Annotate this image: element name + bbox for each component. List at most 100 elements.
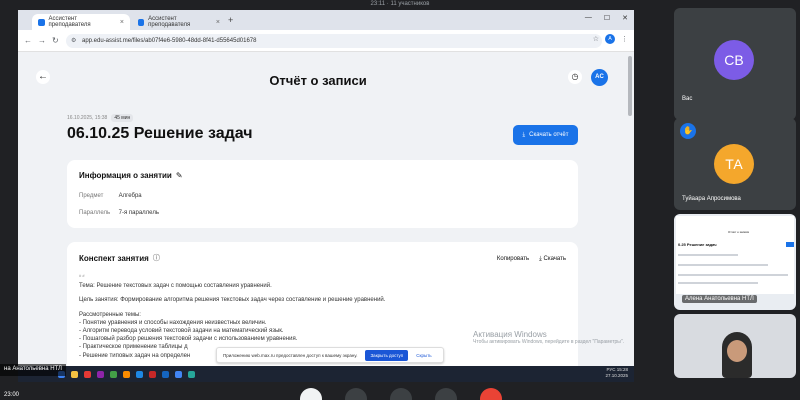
- list-item: - Понятие уравнения и способы нахождения…: [79, 319, 267, 326]
- chat-button[interactable]: [435, 388, 457, 400]
- info-value: 7-я параллель: [118, 210, 159, 216]
- browser-tab-1[interactable]: Ассистент преподавателя ×: [32, 14, 130, 30]
- thumbnail-title: 0.25 Решение задач: [678, 242, 717, 247]
- new-tab-icon[interactable]: +: [228, 15, 233, 25]
- camera-button[interactable]: [345, 388, 367, 400]
- participant-name: Вас: [682, 96, 693, 102]
- info-card-heading: Информация о занятии ✎: [79, 171, 183, 180]
- summary-heading-text: Конспект занятия: [79, 253, 149, 263]
- participant-face: [727, 340, 747, 362]
- summary-discussed-heading: Рассмотренные темы:: [79, 311, 141, 318]
- address-bar[interactable]: ⚙ app.edu-assist.me/files/ab07f4e6-5980-…: [66, 34, 602, 48]
- app-icon[interactable]: [136, 370, 143, 378]
- participant-tile-camera[interactable]: [674, 314, 796, 378]
- app-icon[interactable]: [97, 370, 104, 378]
- hide-toast-button[interactable]: Скрыть: [416, 353, 431, 358]
- maximize-icon[interactable]: ☐: [604, 14, 610, 22]
- download-summary-label: Скачать: [543, 256, 567, 262]
- screen-share-button[interactable]: [390, 388, 412, 400]
- back-nav-icon[interactable]: ←: [24, 36, 32, 45]
- meeting-window: 23:11 · 11 участников Ассистент преподав…: [0, 0, 800, 400]
- user-avatar[interactable]: AC: [591, 69, 608, 86]
- taskbar-clock[interactable]: РУС 15:28 27.10.2025: [605, 367, 628, 379]
- participant-tile-screen[interactable]: Отчёт о записи 0.25 Решение задач Алена …: [674, 214, 796, 310]
- leave-call-button[interactable]: [480, 388, 502, 400]
- menu-icon[interactable]: ⋮: [621, 35, 628, 43]
- participant-tile-1[interactable]: СВ Вас: [674, 8, 796, 120]
- thumbnail-line: [678, 264, 768, 266]
- info-card: Информация о занятии ✎ Предмет Алгебра П…: [67, 160, 578, 228]
- meeting-clock: 23:00: [4, 392, 20, 398]
- thumbnail-line: [678, 274, 788, 276]
- yandex-icon[interactable]: [84, 370, 91, 378]
- window-controls: — ☐ ✕: [585, 14, 628, 22]
- browser-tab-2[interactable]: Ассистент преподавателя ×: [132, 14, 226, 30]
- participant-name: Алена Анатольевна НТЛ: [682, 295, 757, 303]
- info-icon[interactable]: ⓘ: [153, 253, 160, 263]
- clock-time: 15:28: [616, 367, 628, 372]
- forward-nav-icon[interactable]: →: [38, 36, 46, 45]
- summary-card-heading: Конспект занятия ⓘ: [79, 253, 160, 263]
- explorer-icon[interactable]: [71, 370, 78, 378]
- meeting-controls: [0, 386, 800, 400]
- chrome-icon[interactable]: [175, 370, 182, 378]
- scrollbar[interactable]: [628, 56, 632, 116]
- toolbar-right: ☆ A ⋮: [593, 34, 628, 44]
- download-report-label: Скачать отчёт: [529, 132, 569, 138]
- info-value: Алгебра: [118, 193, 142, 199]
- record-date: 16.10.2025, 15:38: [67, 115, 108, 121]
- bookmark-icon[interactable]: ☆: [593, 35, 599, 43]
- profile-avatar[interactable]: A: [605, 34, 615, 44]
- download-report-button[interactable]: ⤓ Скачать отчёт: [513, 125, 578, 145]
- app-icon[interactable]: [123, 370, 130, 378]
- raised-hand-icon: ✋: [680, 123, 696, 139]
- record-meta: 16.10.2025, 15:38 45 мин: [67, 114, 134, 122]
- windows-taskbar: РУС 15:28 27.10.2025: [18, 366, 634, 382]
- watermark-title: Активация Windows: [473, 330, 547, 339]
- app-icon[interactable]: [110, 370, 117, 378]
- reload-icon[interactable]: ↻: [52, 36, 59, 45]
- stop-sharing-button[interactable]: Закрыть доступ: [365, 349, 409, 361]
- info-label: Предмет: [79, 193, 104, 199]
- mic-button[interactable]: [300, 388, 322, 400]
- page-title: Отчёт о записи: [269, 73, 367, 88]
- participant-tile-2[interactable]: ✋ ТА Туйаара Апросимова: [674, 118, 796, 210]
- info-label: Параллель: [79, 210, 111, 216]
- tab-label: Ассистент преподавателя: [148, 16, 191, 28]
- summary-marker: # #: [79, 273, 85, 278]
- word-icon[interactable]: [162, 370, 169, 378]
- site-info-icon[interactable]: ⚙: [71, 34, 76, 48]
- info-row-parallel: Параллель 7-я параллель: [79, 210, 159, 216]
- close-tab-icon[interactable]: ×: [120, 19, 124, 26]
- lang-indicator[interactable]: РУС: [606, 367, 615, 372]
- thumbnail-line: [678, 254, 738, 256]
- record-title: 06.10.25 Решение задач: [67, 125, 253, 142]
- help-icon[interactable]: ◷: [568, 70, 582, 84]
- participant-name: Туйаара Апросимова: [682, 196, 741, 202]
- close-window-icon[interactable]: ✕: [622, 14, 628, 22]
- minimize-icon[interactable]: —: [585, 14, 592, 22]
- copy-button[interactable]: Копировать: [497, 256, 529, 263]
- tab-label: Ассистент преподавателя: [48, 16, 91, 28]
- edit-icon[interactable]: ✎: [176, 171, 183, 180]
- download-icon: ⤓: [522, 131, 526, 138]
- app-icon[interactable]: [188, 370, 195, 378]
- browser-tabbar: Ассистент преподавателя × Ассистент преп…: [18, 10, 634, 30]
- close-tab-icon[interactable]: ×: [216, 19, 220, 26]
- screen-share-toast: Приложению web.max.ru предоставлен досту…: [216, 347, 444, 363]
- info-row-subject: Предмет Алгебра: [79, 193, 142, 199]
- pdf-icon[interactable]: [149, 370, 156, 378]
- avatar: ТА: [714, 144, 754, 184]
- download-summary-button[interactable]: ⤓ Скачать: [539, 256, 566, 263]
- duration-badge: 45 мин: [111, 114, 134, 122]
- presenter-label: на Анатольевна НТЛ: [0, 364, 66, 376]
- clock-date: 27.10.2025: [605, 373, 628, 378]
- thumbnail-button: [786, 242, 794, 247]
- summary-goal: Цель занятия: Формирование алгоритма реш…: [79, 297, 386, 304]
- browser-toolbar: ← → ↻ ⚙ app.edu-assist.me/files/ab07f4e6…: [18, 30, 634, 52]
- shared-screen: Ассистент преподавателя × Ассистент преп…: [18, 10, 634, 382]
- thumbnail-heading: Отчёт о записи: [728, 230, 750, 234]
- favicon-icon: [38, 18, 45, 26]
- watermark-sub: Чтобы активировать Windows, перейдите в …: [473, 339, 625, 345]
- url-text: app.edu-assist.me/files/ab07f4e6-5980-48…: [82, 38, 257, 44]
